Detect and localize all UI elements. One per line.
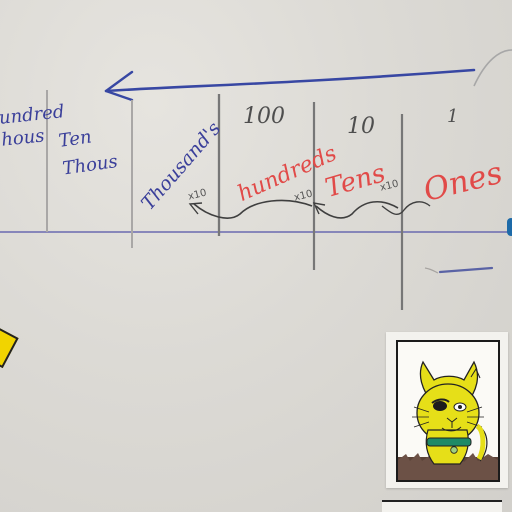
lower-faint-mark: [424, 267, 439, 274]
cat-picture-frame: [396, 340, 500, 482]
ones-number: 1: [447, 106, 459, 127]
multiplier-arc-1: [193, 199, 313, 219]
top-arrow-line: [104, 68, 476, 93]
top-right-arc: [473, 49, 512, 87]
tens-number: 10: [347, 114, 375, 139]
cat-drawing-icon: [398, 360, 498, 480]
lower-picture-card-edge: [382, 500, 502, 512]
multiplier-arc-2: [315, 201, 399, 219]
left-arrow-icon: [104, 70, 134, 102]
cat-picture-card: [386, 332, 508, 488]
hundreds-number: 100: [243, 104, 285, 129]
whiteboard-scene: undred hous Ten Thous Thousand's 100 hun…: [0, 0, 512, 512]
hundred-thousands-label: undred hous: [0, 101, 66, 151]
ten-thousands-label: Ten Thous: [57, 126, 119, 180]
lower-blue-mark: [438, 266, 494, 274]
blue-clip-icon: [507, 218, 512, 236]
